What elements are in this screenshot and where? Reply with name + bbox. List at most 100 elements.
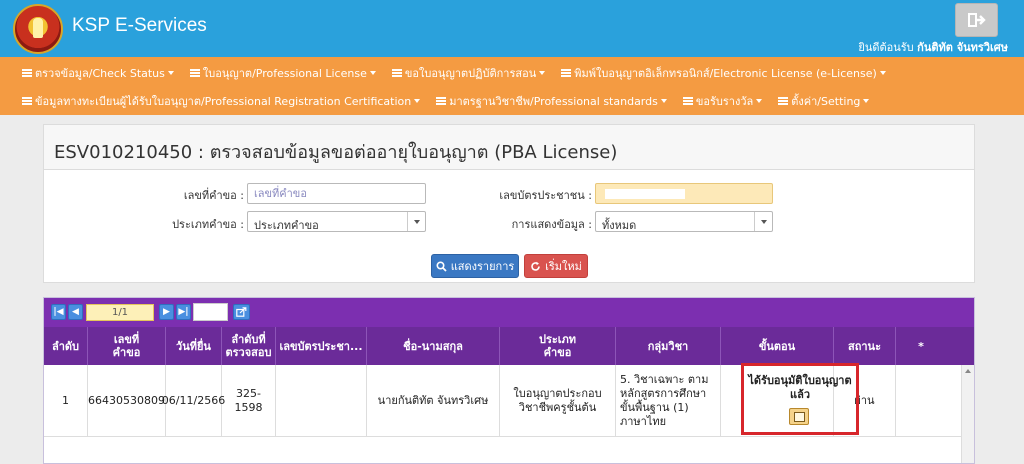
caret-down-icon [369, 71, 376, 75]
next-page-button[interactable]: ▶ [159, 304, 174, 320]
cell-citizen-id [276, 365, 367, 436]
display-select[interactable]: ทั้งหมด [595, 211, 773, 232]
main-menu: ตรวจข้อมูล/Check Status ใบอนุญาต/Profess… [0, 57, 1024, 115]
chevron-down-icon [407, 212, 425, 231]
cell-request-no: 66430530809 [88, 365, 166, 436]
step-highlight-box: ได้รับอนุมัติใบอนุญาตแล้ว [741, 363, 859, 435]
brand-title: KSP E-Services [72, 15, 207, 36]
request-no-label: เลขที่คำขอ : [183, 189, 244, 202]
menu-row-1: ตรวจข้อมูล/Check Status ใบอนุญาต/Profess… [22, 64, 902, 82]
cell-request-type: ใบอนุญาตประกอบวิชาชีพครูชั้นต้น [500, 365, 616, 436]
menu-label: ตั้งค่า/Setting [791, 95, 861, 108]
welcome-text: ยินดีต้อนรับ กันติทัต จันทรวิเศษ [858, 38, 1008, 56]
welcome-prefix: ยินดีต้อนรับ [858, 41, 914, 54]
menu-label: ข้อมูลทางทะเบียนผู้ได้รับใบอนุญาต/Profes… [35, 95, 412, 108]
col-header-check-order[interactable]: ลำดับที่ ตรวจสอบ [222, 327, 276, 365]
cell-no: 1 [44, 365, 88, 436]
menu-label: ขอใบอนุญาตปฏิบัติการสอน [404, 67, 537, 80]
step-text: ได้รับอนุมัติใบอนุญาตแล้ว [748, 374, 852, 401]
col-header-status[interactable]: สถานะ [834, 327, 896, 365]
list-icon [561, 69, 572, 77]
display-value: ทั้งหมด [602, 219, 637, 232]
menu-professional-license[interactable]: ใบอนุญาต/Professional License [189, 64, 376, 82]
page-title: ESV010210450 : ตรวจสอบข้อมูลขอต่ออายุใบอ… [54, 142, 618, 163]
search-button[interactable]: แสดงรายการ [431, 254, 519, 278]
caret-down-icon [167, 71, 174, 75]
cell-check-order: 325-1598 [222, 365, 276, 436]
list-icon [682, 97, 693, 105]
list-icon [778, 97, 789, 105]
reset-button[interactable]: เริ่มใหม่ [524, 254, 588, 278]
caret-down-icon [660, 99, 667, 103]
export-button[interactable] [233, 304, 250, 320]
col-header-name[interactable]: ชื่อ-นามสกุล [367, 327, 500, 365]
list-icon [391, 69, 402, 77]
list-icon [189, 69, 200, 77]
first-page-button[interactable]: |◀ [51, 304, 66, 320]
menu-teaching-permit[interactable]: ขอใบอนุญาตปฏิบัติการสอน [391, 64, 546, 82]
refresh-icon [531, 261, 540, 271]
caret-down-icon [756, 99, 763, 103]
chevron-down-icon [754, 212, 772, 231]
request-type-select[interactable]: ประเภทคำขอ [247, 211, 426, 232]
cell-submit-date: 06/11/2566 [162, 365, 225, 436]
welcome-user: กันติทัต จันทรวิเศษ [917, 41, 1008, 54]
display-label: การแสดงข้อมูล : [511, 218, 592, 231]
caret-down-icon [414, 99, 421, 103]
prev-page-button[interactable]: ◀ [68, 304, 83, 320]
search-button-label: แสดงรายการ [450, 260, 515, 273]
caret-down-icon [539, 71, 546, 75]
col-header-submit-date[interactable]: วันที่ยื่น [166, 327, 222, 365]
redacted-value [605, 189, 685, 199]
logout-button[interactable] [955, 3, 998, 37]
caret-down-icon [863, 99, 870, 103]
export-icon [236, 307, 247, 317]
request-type-value: ประเภทคำขอ [254, 219, 319, 232]
list-icon [22, 97, 32, 105]
logout-icon [967, 13, 986, 27]
results-grid: |◀ ◀ 1/1 ▶ ▶| ลำดับ เลขที่ คำขอ วันที่ยื… [43, 297, 975, 464]
menu-check-status[interactable]: ตรวจข้อมูล/Check Status [22, 64, 174, 82]
view-document-button[interactable] [789, 408, 809, 425]
col-header-no[interactable]: ลำดับ [44, 327, 88, 365]
menu-row-2: ข้อมูลทางทะเบียนผู้ได้รับใบอนุญาต/Profes… [22, 92, 885, 110]
last-page-button[interactable]: ▶| [176, 304, 191, 320]
menu-setting[interactable]: ตั้งค่า/Setting [778, 92, 870, 110]
ksp-logo [13, 4, 63, 54]
menu-e-license[interactable]: พิมพ์ใบอนุญาตอิเล็กทรอนิกส์/Electronic L… [561, 64, 886, 82]
col-header-action[interactable]: * [896, 327, 946, 365]
menu-label: ตรวจข้อมูล/Check Status [35, 67, 165, 80]
col-header-subject-group[interactable]: กลุ่มวิชา [616, 327, 721, 365]
col-header-step[interactable]: ขั้นตอน [721, 327, 834, 365]
citizen-id-label: เลขบัตรประชาชน : [499, 189, 592, 202]
menu-registration-certification[interactable]: ข้อมูลทางทะเบียนผู้ได้รับใบอนุญาต/Profes… [22, 92, 421, 110]
cell-subject-group: 5. วิชาเฉพาะ ตามหลักสูตรการศึกษาขั้นพื้น… [616, 365, 721, 436]
request-type-label: ประเภทคำขอ : [172, 218, 244, 231]
page-input[interactable]: 1/1 [86, 304, 154, 321]
page-title-panel: ESV010210450 : ตรวจสอบข้อมูลขอต่ออายุใบอ… [43, 124, 975, 170]
col-header-citizen-id[interactable]: เลขบัตรประชา... [276, 327, 367, 365]
list-icon [22, 69, 32, 77]
table-header: ลำดับ เลขที่ คำขอ วันที่ยื่น ลำดับที่ ตร… [44, 327, 974, 365]
request-no-input[interactable] [247, 183, 426, 204]
search-form: เลขที่คำขอ : ประเภทคำขอ : ประเภทคำขอ เลข… [43, 170, 975, 283]
citizen-id-input[interactable] [595, 183, 773, 204]
pager: |◀ ◀ 1/1 ▶ ▶| [44, 298, 974, 327]
list-icon [436, 97, 447, 105]
top-header: KSP E-Services ยินดีต้อนรับ กันติทัต จัน… [0, 0, 1024, 57]
cell-action [896, 365, 944, 436]
menu-label: มาตรฐานวิชาชีพ/Professional standards [449, 95, 658, 108]
menu-label: ใบอนุญาต/Professional License [202, 67, 367, 80]
menu-professional-standards[interactable]: มาตรฐานวิชาชีพ/Professional standards [436, 92, 667, 110]
caret-down-icon [879, 71, 886, 75]
vertical-scrollbar[interactable] [961, 365, 974, 463]
col-header-request-type[interactable]: ประเภท คำขอ [500, 327, 616, 365]
page-size-input[interactable] [193, 303, 228, 321]
search-icon [436, 260, 447, 272]
reset-button-label: เริ่มใหม่ [545, 260, 582, 273]
col-header-request-no[interactable]: เลขที่ คำขอ [88, 327, 166, 365]
menu-label: ขอรับรางวัล [695, 95, 754, 108]
menu-label: พิมพ์ใบอนุญาตอิเล็กทรอนิกส์/Electronic L… [574, 67, 877, 80]
menu-awards[interactable]: ขอรับรางวัล [682, 92, 763, 110]
cell-name: นายกันติทัต จันทรวิเศษ [367, 365, 500, 436]
